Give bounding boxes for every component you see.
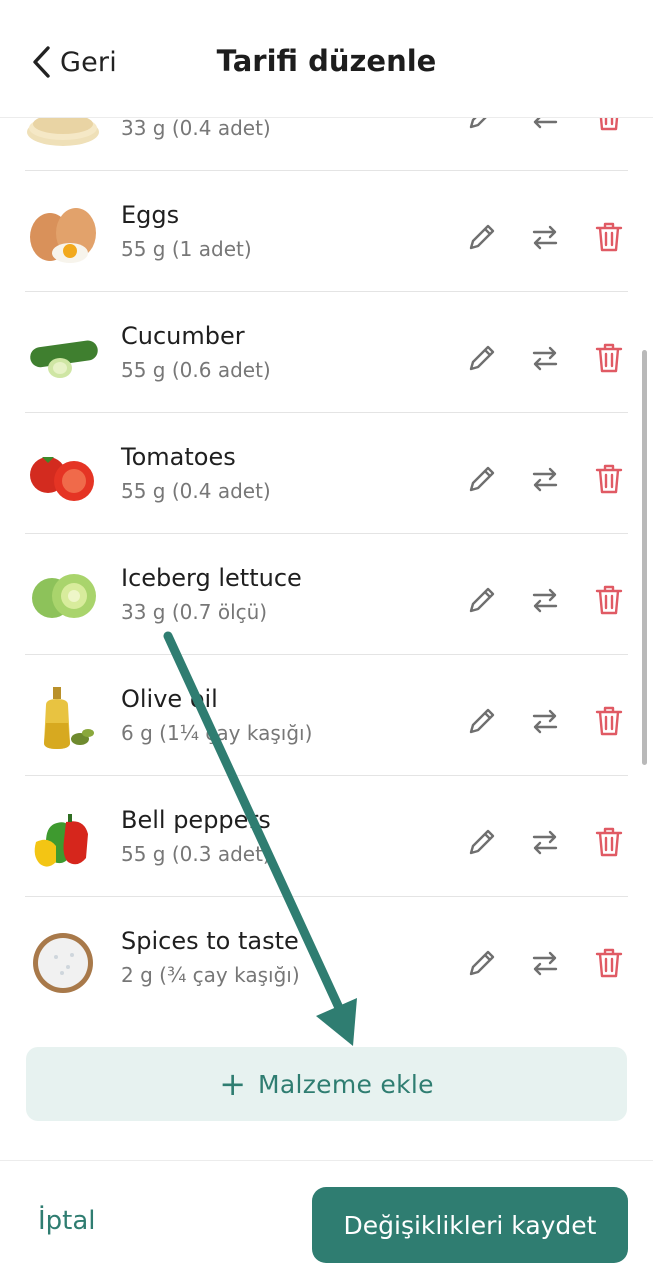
swap-arrows-icon[interactable] <box>523 457 567 501</box>
delete-trash-icon[interactable] <box>587 336 631 380</box>
swap-arrows-icon[interactable] <box>523 941 567 985</box>
swap-arrows-icon[interactable] <box>523 578 567 622</box>
top-navigation-bar: Geri Tarifi düzenle <box>0 0 653 118</box>
lettuce-icon <box>24 556 102 634</box>
ingredient-row: Eggs 55 g (1 adet) <box>0 171 653 292</box>
cucumber-icon <box>24 314 102 392</box>
olive-oil-icon <box>24 677 102 755</box>
ingredient-name: Spices to taste <box>121 927 299 955</box>
ingredient-name: Bell peppers <box>121 806 271 834</box>
scrollbar[interactable] <box>642 350 647 765</box>
ingredient-row: Spices to taste 2 g (¾ çay kaşığı) <box>0 897 653 1018</box>
ingredient-quantity: 33 g (0.7 ölçü) <box>121 600 268 624</box>
ingredient-name: Cucumber <box>121 322 245 350</box>
salt-icon <box>24 919 102 997</box>
eggs-icon <box>24 193 102 271</box>
tomato-icon <box>24 435 102 513</box>
plus-icon: + <box>219 1065 246 1103</box>
ingredient-quantity: 33 g (0.4 adet) <box>121 116 271 140</box>
edit-pencil-icon[interactable] <box>460 941 504 985</box>
ingredient-row: Iceberg lettuce 33 g (0.7 ölçü) <box>0 534 653 655</box>
ingredient-name: Olive oil <box>121 685 218 713</box>
delete-trash-icon[interactable] <box>587 215 631 259</box>
bell-pepper-icon <box>24 798 102 876</box>
ingredient-quantity: 55 g (0.6 adet) <box>121 358 271 382</box>
page-title: Tarifi düzenle <box>216 44 437 78</box>
edit-pencil-icon[interactable] <box>460 578 504 622</box>
edit-pencil-icon[interactable] <box>460 457 504 501</box>
swap-arrows-icon[interactable] <box>523 699 567 743</box>
delete-trash-icon[interactable] <box>587 699 631 743</box>
ingredient-row: Tomatoes 55 g (0.4 adet) <box>0 413 653 534</box>
save-changes-button[interactable]: Değişiklikleri kaydet <box>312 1187 628 1263</box>
edit-pencil-icon[interactable] <box>460 336 504 380</box>
ingredient-row: Olive oil 6 g (1¼ çay kaşığı) <box>0 655 653 776</box>
ingredient-row: Bell peppers 55 g (0.3 adet) <box>0 776 653 897</box>
swap-arrows-icon[interactable] <box>523 215 567 259</box>
cancel-button[interactable]: İptal <box>38 1206 96 1236</box>
delete-trash-icon[interactable] <box>587 820 631 864</box>
edit-pencil-icon[interactable] <box>460 215 504 259</box>
ingredient-quantity: 55 g (0.4 adet) <box>121 479 271 503</box>
ingredient-name: Eggs <box>121 201 180 229</box>
edit-pencil-icon[interactable] <box>460 699 504 743</box>
delete-trash-icon[interactable] <box>587 578 631 622</box>
ingredient-name: Tomatoes <box>121 443 236 471</box>
ingredient-quantity: 55 g (1 adet) <box>121 237 252 261</box>
ingredient-quantity: 6 g (1¼ çay kaşığı) <box>121 721 313 745</box>
swap-arrows-icon[interactable] <box>523 336 567 380</box>
delete-trash-icon[interactable] <box>587 941 631 985</box>
delete-trash-icon[interactable] <box>587 457 631 501</box>
swap-arrows-icon[interactable] <box>523 820 567 864</box>
ingredient-quantity: 2 g (¾ çay kaşığı) <box>121 963 300 987</box>
ingredient-list[interactable]: 33 g (0.4 adet) Eggs 55 g (1 adet) Cucum… <box>0 0 653 1160</box>
add-ingredient-button[interactable]: + Malzeme ekle <box>26 1047 627 1121</box>
ingredient-name: Iceberg lettuce <box>121 564 302 592</box>
add-ingredient-label: Malzeme ekle <box>258 1069 434 1099</box>
ingredient-quantity: 55 g (0.3 adet) <box>121 842 271 866</box>
edit-pencil-icon[interactable] <box>460 820 504 864</box>
bottom-action-bar: İptal Değişiklikleri kaydet <box>0 1160 653 1280</box>
ingredient-row: Cucumber 55 g (0.6 adet) <box>0 292 653 413</box>
